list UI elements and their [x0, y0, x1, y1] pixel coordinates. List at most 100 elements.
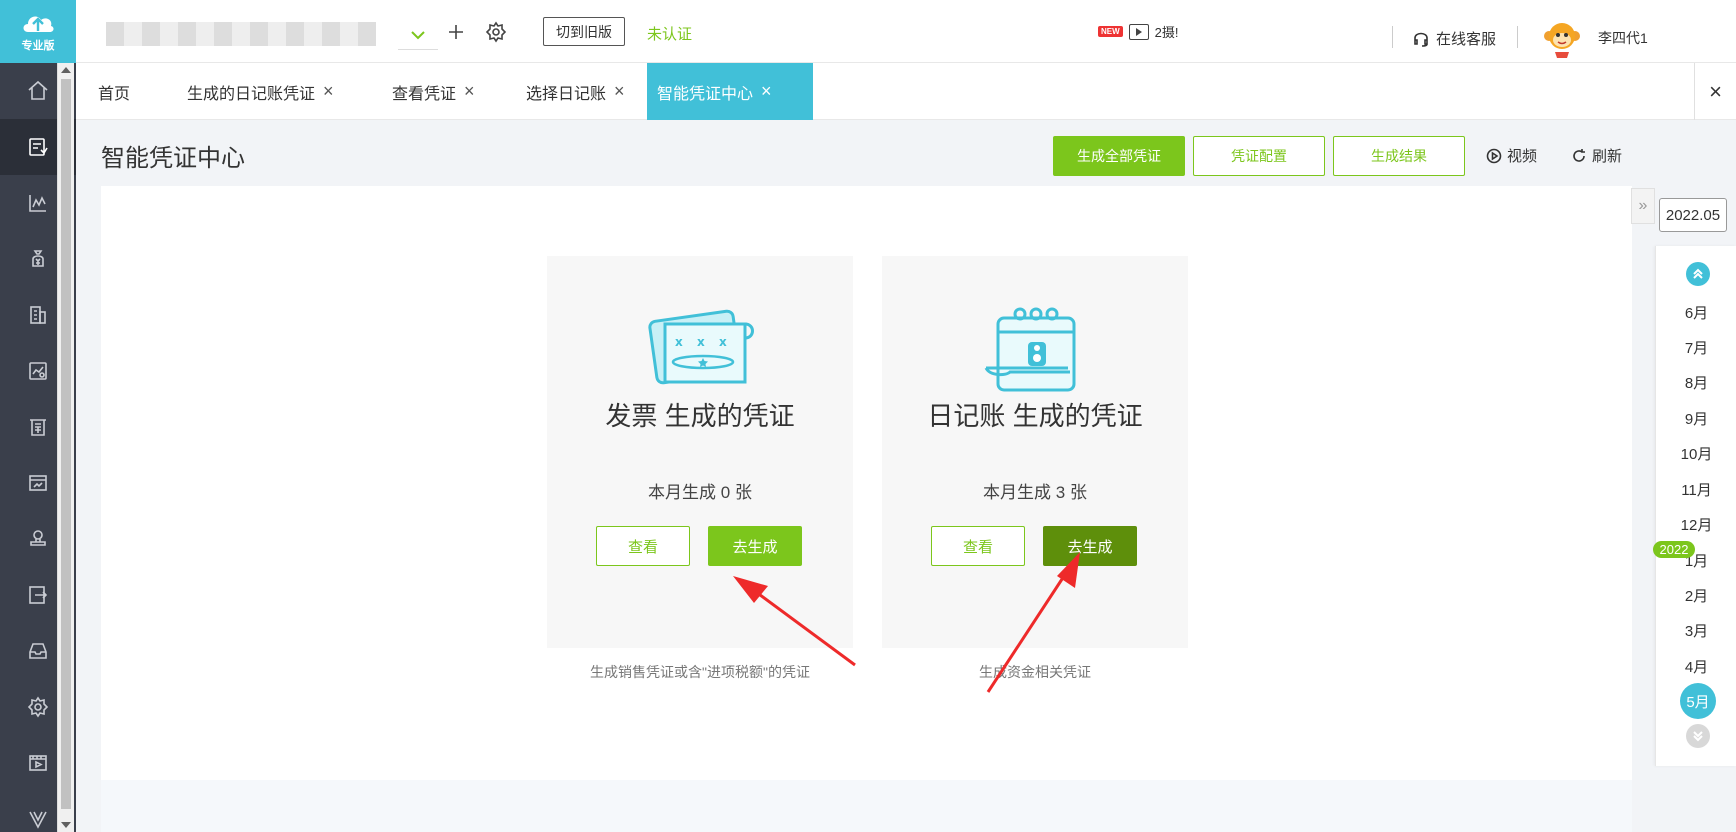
invoice-icon: [30, 419, 46, 436]
gear-icon: [485, 21, 507, 43]
current-period[interactable]: 2022.05: [1659, 198, 1727, 232]
voucher-icon: [29, 138, 48, 156]
month-item[interactable]: 8月: [1656, 372, 1736, 393]
new-badge: NEW: [1098, 26, 1123, 37]
header-divider: [1517, 26, 1518, 48]
month-item[interactable]: 4月: [1656, 656, 1736, 677]
card-title: 日记账 生成的凭证: [927, 401, 1143, 431]
double-chevron-right-icon: »: [1638, 197, 1648, 214]
unverified-status[interactable]: 未认证: [647, 23, 692, 44]
panel-footer-band: [101, 780, 1632, 832]
month-item[interactable]: 12月: [1656, 514, 1736, 535]
chart-icon: [29, 195, 46, 212]
company-name-blurred[interactable]: [106, 22, 376, 46]
add-company-button[interactable]: [444, 20, 468, 44]
close-icon[interactable]: ×: [761, 81, 772, 102]
header-divider: [1392, 26, 1393, 48]
promo-link[interactable]: NEW 2摄!: [1098, 22, 1179, 41]
page-title: 智能凭证中心: [101, 145, 245, 172]
close-icon[interactable]: ×: [614, 81, 625, 102]
logo-edition-label: 专业版: [21, 40, 55, 52]
tab-label: 选择日记账: [526, 85, 607, 103]
generate-result-button[interactable]: 生成结果: [1333, 136, 1465, 176]
scroll-down-icon[interactable]: [61, 822, 71, 828]
dashboard-icon: [29, 475, 47, 491]
month-item[interactable]: 7月: [1656, 337, 1736, 358]
app-logo[interactable]: 专业版: [0, 0, 76, 63]
month-item[interactable]: 2月: [1656, 585, 1736, 606]
refresh-icon: [1573, 148, 1585, 162]
inbox-icon: [29, 643, 47, 659]
avatar[interactable]: [1542, 18, 1582, 58]
month-item[interactable]: 6月: [1656, 302, 1736, 323]
svg-text:x: x: [697, 335, 705, 349]
tv-icon: [1128, 23, 1149, 40]
invoice-ticket-icon: x x x: [648, 309, 754, 385]
video-label: 视频: [1507, 148, 1538, 165]
svg-text:x: x: [675, 335, 683, 349]
company-dropdown[interactable]: [398, 20, 438, 50]
month-item[interactable]: 10月: [1656, 443, 1736, 464]
double-chevron-down-icon: [1693, 731, 1703, 742]
play-circle-icon: [1486, 148, 1502, 163]
month-item[interactable]: 11月: [1656, 479, 1736, 500]
stamp-icon: [30, 530, 46, 546]
switch-old-version-button[interactable]: 切到旧版: [543, 17, 625, 46]
money-bag-icon: [32, 250, 44, 267]
home-icon: [28, 80, 48, 100]
cloud-logo-icon: [23, 16, 54, 32]
generate-all-button[interactable]: 生成全部凭证: [1053, 136, 1185, 176]
vip-icon: [29, 811, 47, 829]
monkey-avatar-icon: [1544, 23, 1580, 58]
plus-icon: [449, 25, 463, 39]
month-scroll-up-button[interactable]: [1686, 262, 1710, 286]
monthly-count: 本月生成 0 张: [648, 483, 752, 502]
refresh-button[interactable]: 刷新: [1571, 145, 1622, 166]
tab-smart-voucher-center[interactable]: 智能凭证中心 ×: [647, 63, 813, 120]
promo-text: 2摄!: [1154, 25, 1179, 40]
tab-view-voucher[interactable]: 查看凭证 ×: [392, 63, 475, 120]
month-item-selected[interactable]: 5月: [1680, 683, 1716, 719]
view-journal-vouchers-button[interactable]: 查看: [931, 526, 1025, 566]
view-invoice-vouchers-button[interactable]: 查看: [596, 526, 690, 566]
refresh-label: 刷新: [1592, 148, 1623, 165]
sidebar-scrollbar[interactable]: [57, 63, 74, 832]
generate-invoice-vouchers-button[interactable]: 去生成: [708, 526, 802, 566]
scroll-up-icon[interactable]: [61, 67, 71, 73]
headset-icon: [1414, 32, 1428, 47]
tab-label: 生成的日记账凭证: [187, 85, 316, 103]
main-panel: [101, 186, 1632, 832]
support-label: 在线客服: [1436, 31, 1497, 48]
tab-label: 首页: [98, 85, 131, 103]
top-header: 切到旧版 未认证 NEW 2摄! 在线客服 李四代1: [76, 0, 1736, 63]
scrollbar-thumb[interactable]: [61, 79, 71, 809]
month-scroll-down-button[interactable]: [1686, 724, 1710, 748]
generate-journal-vouchers-button[interactable]: 去生成: [1043, 526, 1137, 566]
calendar-journal-icon: [984, 307, 1076, 392]
settings-icon: [27, 696, 49, 718]
expand-panel-button[interactable]: »: [1631, 188, 1655, 224]
video-button[interactable]: 视频: [1486, 145, 1537, 166]
video-icon: [29, 755, 47, 771]
username[interactable]: 李四代1: [1598, 28, 1648, 48]
month-item[interactable]: 3月: [1656, 620, 1736, 641]
close-all-tabs-button[interactable]: ×: [1694, 63, 1736, 120]
monthly-count: 本月生成 3 张: [983, 483, 1087, 502]
tab-select-journal[interactable]: 选择日记账 ×: [526, 63, 625, 120]
close-icon[interactable]: ×: [323, 81, 334, 102]
report-icon: [29, 362, 47, 380]
voucher-config-button[interactable]: 凭证配置: [1193, 136, 1325, 176]
invoice-voucher-card: x x x 发票 生成的凭证 本月生成 0 张 查看 去生成: [547, 256, 853, 648]
tab-journal-vouchers[interactable]: 生成的日记账凭证 ×: [187, 63, 334, 120]
year-tag: 2022: [1653, 541, 1695, 558]
tab-label: 智能凭证中心: [657, 85, 754, 103]
tab-label: 查看凭证: [392, 85, 457, 103]
svg-text:x: x: [719, 335, 727, 349]
close-icon[interactable]: ×: [464, 81, 475, 102]
online-support-button[interactable]: 在线客服: [1412, 28, 1496, 49]
company-settings-button[interactable]: [484, 20, 508, 44]
tab-home[interactable]: 首页: [98, 63, 130, 120]
building-icon: [30, 306, 46, 324]
journal-card-description: 生成资金相关凭证: [979, 664, 1091, 680]
month-item[interactable]: 9月: [1656, 408, 1736, 429]
